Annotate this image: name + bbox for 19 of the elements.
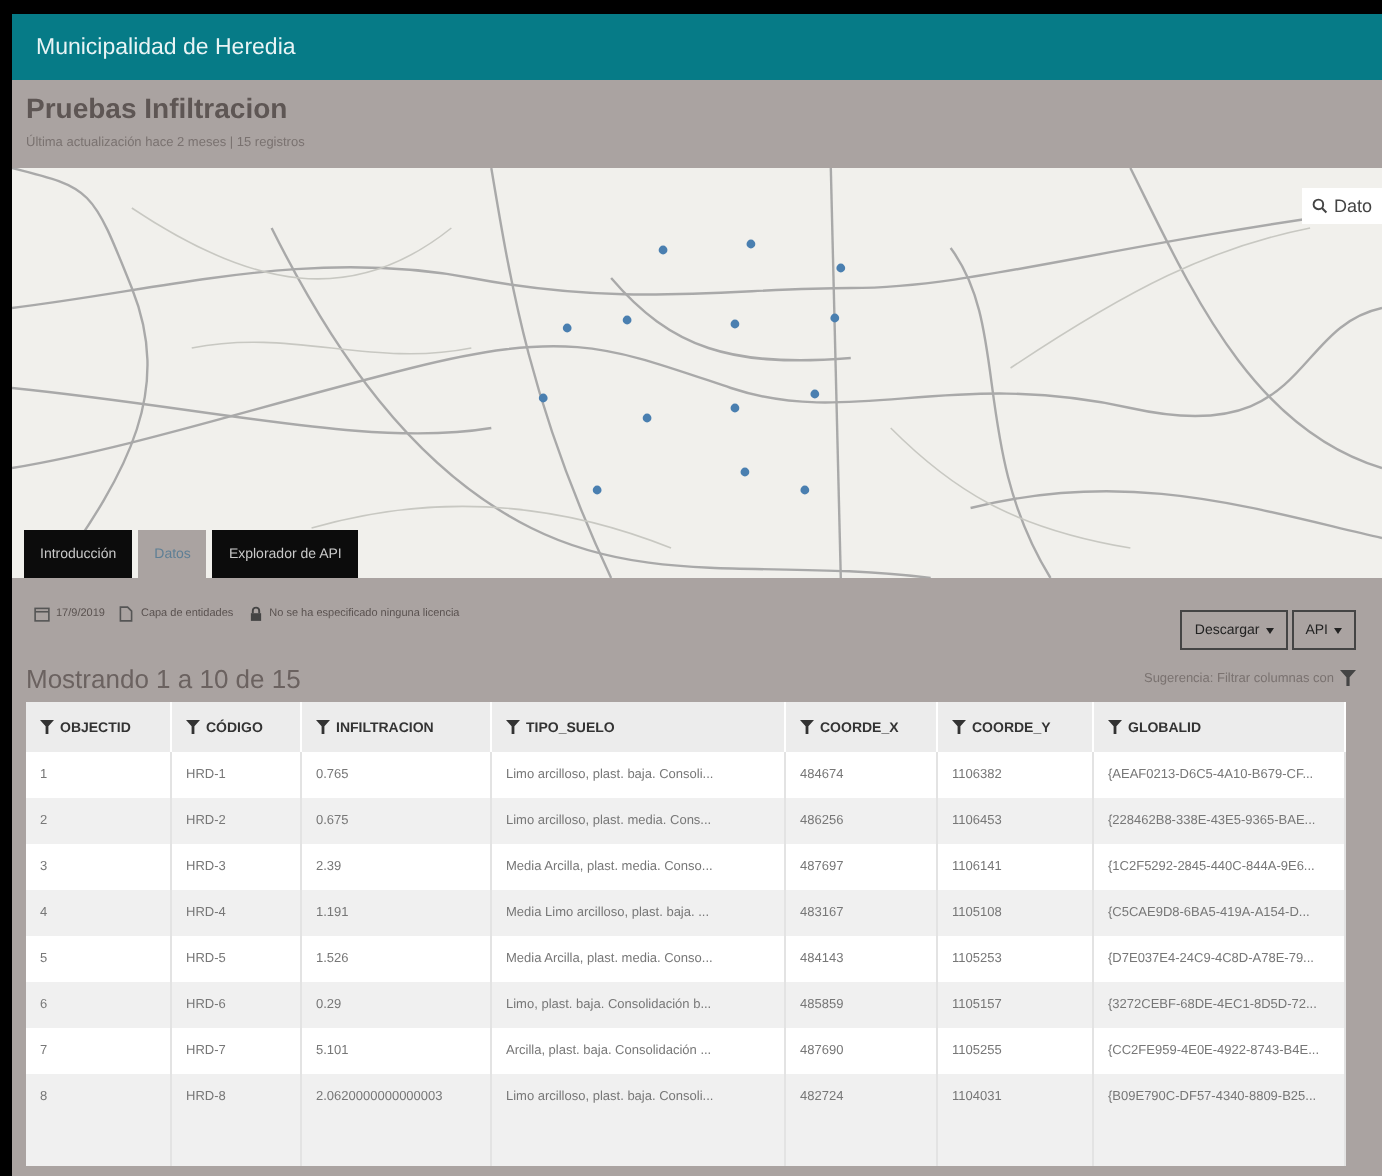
dataset-title: Pruebas Infiltracion [26,92,290,124]
map-search-field[interactable]: Dato [1302,188,1382,224]
filter-icon [40,719,54,733]
filter-icon [506,719,520,733]
record-count: Mostrando 1 a 10 de 15 [26,664,301,694]
document-icon [118,606,135,622]
search-icon [1312,198,1328,214]
calendar-icon [34,606,50,622]
filter-icon [1340,670,1356,686]
filter-icon [952,719,966,733]
caret-icon [1334,627,1342,633]
site-title: Municipalidad de Heredia [36,35,296,59]
lock-icon [247,606,264,622]
filter-icon [316,719,330,733]
caret-icon [1265,627,1274,633]
filter-icon [1108,719,1122,733]
map-drawing[interactable] [12,168,1382,578]
filter-icon [800,719,814,733]
filter-icon [186,719,200,733]
